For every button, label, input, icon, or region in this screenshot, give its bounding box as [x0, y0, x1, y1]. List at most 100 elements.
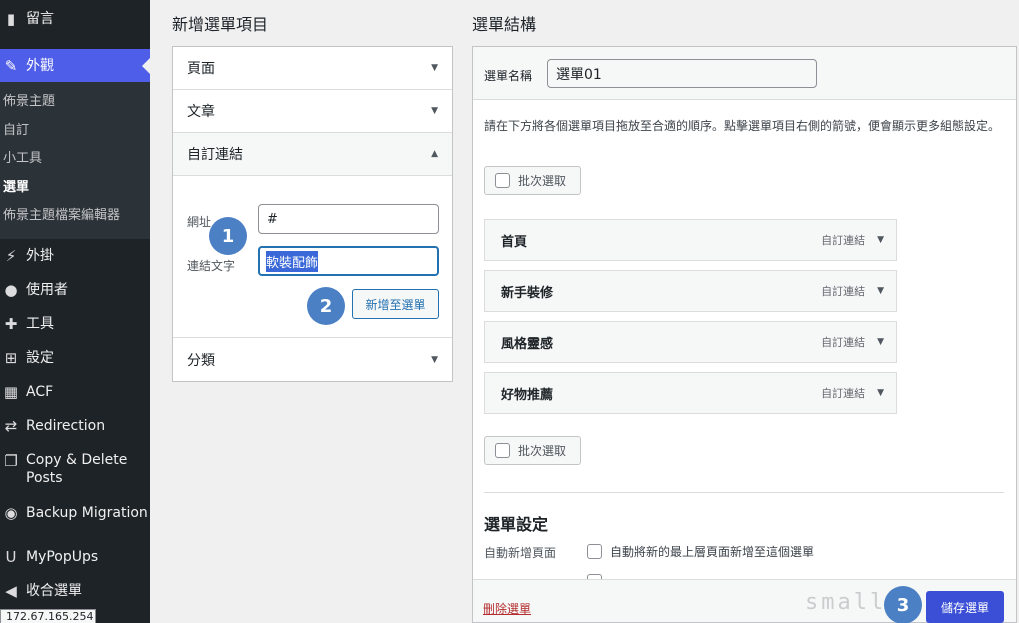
menu-item-type: 自訂連結: [821, 336, 866, 349]
menu-item-meta: 自訂連結 ▼: [821, 334, 884, 350]
caret-down-icon: ▼: [431, 354, 438, 365]
menu-item-title: 首頁: [501, 234, 528, 250]
caret-up-icon: ▲: [431, 149, 438, 159]
sidebar-item-users[interactable]: ● 使用者: [0, 273, 150, 307]
caret-down-icon[interactable]: ▼: [877, 337, 884, 347]
selected-text: 軟裝配飾: [266, 250, 319, 272]
checkbox-icon[interactable]: [495, 443, 510, 458]
collapse-icon: ◀: [5, 581, 17, 600]
caret-down-icon[interactable]: ▼: [877, 388, 884, 398]
caret-down-icon: ▼: [431, 106, 438, 116]
sidebar-item-label: Copy & Delete Posts: [26, 451, 128, 486]
add-menu-items-title: 新增選單項目: [172, 15, 269, 34]
menu-item-meta: 自訂連結 ▼: [821, 385, 884, 401]
add-menu-items-accordion: 頁面 ▼ 文章 ▼ 自訂連結 ▲ 網址 # 連結文字 軟裝配飾 新增至選單 分類…: [172, 46, 453, 382]
submenu-item-theme-editor[interactable]: 佈景主題檔案編輯器: [0, 202, 150, 231]
menu-item-type: 自訂連結: [821, 234, 866, 247]
sidebar-item-mypopups[interactable]: U MyPopUps: [0, 540, 150, 574]
accordion-section-posts[interactable]: 文章 ▼: [173, 90, 452, 133]
menu-item-recommendations[interactable]: 好物推薦 自訂連結 ▼: [484, 372, 897, 414]
menu-item-renovation[interactable]: 新手裝修 自訂連結 ▼: [484, 270, 897, 312]
sidebar-item-label: Backup Migration: [26, 504, 148, 521]
url-input[interactable]: #: [258, 204, 439, 234]
sidebar-item-tools[interactable]: ✚ 工具: [0, 307, 150, 341]
sidebar-item-label: Redirection: [26, 417, 106, 434]
menu-item-home[interactable]: 首頁 自訂連結 ▼: [484, 219, 897, 261]
delete-menu-link[interactable]: 刪除選單: [483, 600, 531, 617]
comment-icon: ▮: [6, 10, 16, 28]
accordion-section-categories[interactable]: 分類 ▼: [173, 338, 452, 381]
menu-item-title: 新手裝修: [501, 285, 554, 301]
caret-down-icon: ▼: [431, 63, 438, 73]
sidebar-collapse-menu[interactable]: ◀ 收合選單: [0, 574, 150, 608]
sidebar-item-label: 外掛: [26, 247, 54, 264]
appearance-submenu: 佈景主題 自訂 小工具 選單 佈景主題檔案編輯器: [0, 82, 150, 239]
brush-icon: ✎: [4, 56, 18, 75]
sidebar-item-backup-migration[interactable]: ◉ Backup Migration: [0, 496, 150, 530]
sidebar-item-label: 使用者: [26, 281, 68, 298]
section-label: 頁面: [187, 61, 215, 77]
sidebar-item-label: 設定: [26, 349, 54, 366]
menu-structure-title: 選單結構: [472, 15, 537, 34]
submenu-item-themes[interactable]: 佈景主題: [0, 88, 150, 117]
menu-settings-title: 選單設定: [484, 515, 549, 534]
menu-item-title: 風格靈感: [501, 336, 554, 352]
sidebar-item-label: 外觀: [26, 57, 54, 74]
admin-sidebar: ▮ 留言 ✎ 外觀 佈景主題 自訂 小工具 選單 佈景主題檔案編輯器 ⚡ 外掛 …: [0, 0, 150, 623]
bulk-select-label: 批次選取: [518, 174, 567, 188]
redirection-icon: ⇄: [4, 416, 18, 435]
submenu-item-menus[interactable]: 選單: [0, 174, 150, 203]
copy-icon: ❐: [4, 451, 18, 470]
url-label: 網址: [187, 215, 212, 229]
menu-item-type: 自訂連結: [821, 387, 866, 400]
auto-add-pages-label: 自動新增頁面: [484, 546, 557, 560]
sidebar-item-label: MyPopUps: [26, 548, 99, 565]
checkbox-icon[interactable]: [495, 173, 510, 188]
step-badge-1: 1: [209, 217, 247, 255]
settings-icon: ⊞: [4, 348, 18, 367]
save-menu-button[interactable]: 儲存選單: [926, 591, 1004, 623]
wrench-icon: ✚: [4, 314, 18, 333]
popup-icon: U: [5, 547, 17, 566]
auto-add-pages-option[interactable]: 自動將新的最上層頁面新增至這個選單: [587, 543, 814, 560]
sidebar-item-label: ACF: [26, 383, 54, 400]
link-text-input[interactable]: 軟裝配飾: [258, 246, 439, 276]
user-icon: ●: [4, 280, 18, 299]
submenu-item-customize[interactable]: 自訂: [0, 117, 150, 146]
sidebar-item-label: 收合選單: [26, 582, 82, 599]
menu-item-title: 好物推薦: [501, 387, 554, 403]
step-badge-2: 2: [307, 287, 345, 325]
sidebar-item-appearance[interactable]: ✎ 外觀: [0, 49, 150, 82]
checkbox-icon[interactable]: [587, 544, 602, 559]
sidebar-item-plugins[interactable]: ⚡ 外掛: [0, 239, 150, 273]
menu-item-style-inspiration[interactable]: 風格靈感 自訂連結 ▼: [484, 321, 897, 363]
backup-icon: ◉: [4, 503, 18, 522]
menu-footer: 刪除選單 儲存選單: [473, 579, 1016, 623]
caret-down-icon[interactable]: ▼: [877, 235, 884, 245]
divider: [484, 492, 1004, 493]
bulk-select-top[interactable]: 批次選取: [484, 166, 581, 195]
submenu-item-widgets[interactable]: 小工具: [0, 145, 150, 174]
sidebar-item-settings[interactable]: ⊞ 設定: [0, 341, 150, 375]
caret-down-icon[interactable]: ▼: [877, 286, 884, 296]
menu-name-input[interactable]: 選單01: [547, 59, 817, 88]
step-badge-3: 3: [884, 586, 922, 623]
accordion-section-pages[interactable]: 頁面 ▼: [173, 47, 452, 90]
menu-instructions: 請在下方將各個選單項目拖放至合適的順序。點擊選單項目右側的箭號，便會顯示更多組態…: [484, 119, 1001, 133]
menu-item-meta: 自訂連結 ▼: [821, 232, 884, 248]
sidebar-item-comments[interactable]: ▮ 留言: [0, 0, 150, 38]
section-label: 文章: [187, 104, 215, 120]
ip-address-tooltip: 172.67.165.254: [0, 609, 96, 623]
auto-add-option-label: 自動將新的最上層頁面新增至這個選單: [610, 545, 815, 559]
sidebar-item-acf[interactable]: ▦ ACF: [0, 375, 150, 409]
bulk-select-bottom[interactable]: 批次選取: [484, 436, 581, 465]
menu-name-label: 選單名稱: [484, 69, 533, 83]
sidebar-item-copy-delete[interactable]: ❐ Copy & Delete Posts: [0, 443, 150, 496]
sidebar-item-label: 工具: [26, 315, 54, 332]
accordion-section-custom-links[interactable]: 自訂連結 ▲: [173, 133, 452, 176]
section-label: 分類: [187, 352, 215, 369]
sidebar-item-redirection[interactable]: ⇄ Redirection: [0, 409, 150, 443]
section-label: 自訂連結: [187, 147, 243, 163]
add-to-menu-button[interactable]: 新增至選單: [352, 289, 439, 319]
menu-name-header: 選單名稱 選單01: [473, 47, 1016, 100]
